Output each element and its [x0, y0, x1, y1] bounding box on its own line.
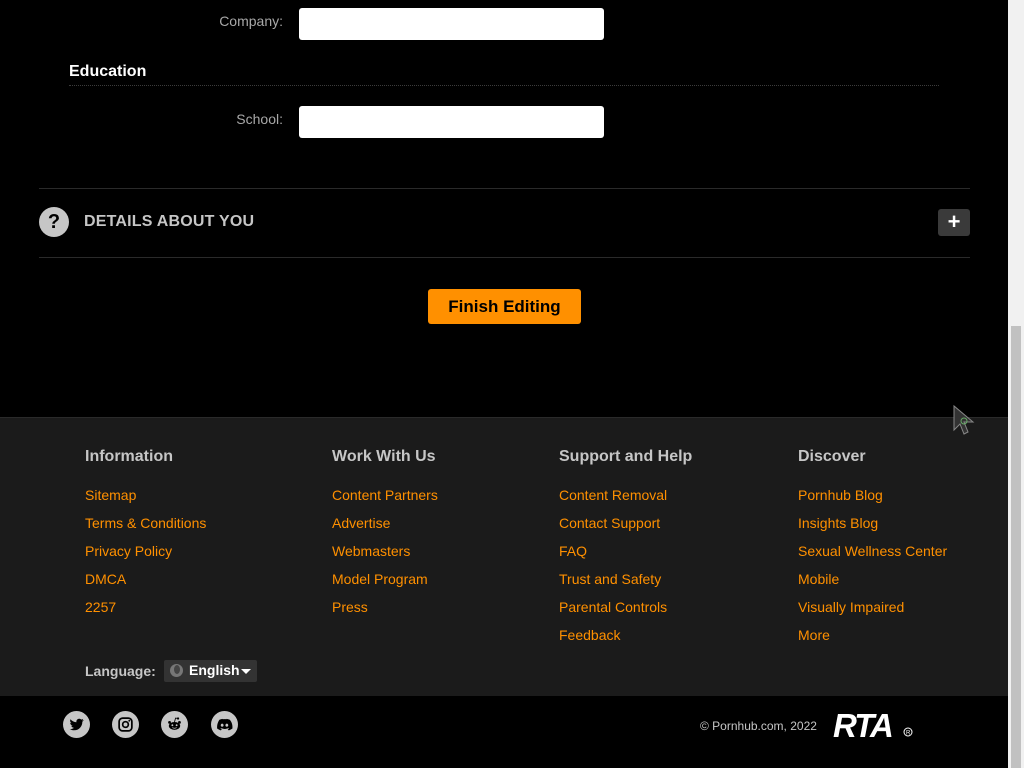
footer-column-title: Work With Us: [332, 448, 436, 465]
language-dropdown[interactable]: English: [164, 660, 257, 682]
twitter-icon[interactable]: [63, 711, 90, 738]
school-label: School:: [236, 111, 283, 127]
svg-text:R: R: [906, 731, 911, 737]
footer-link-press[interactable]: Press: [332, 593, 438, 621]
footer-link-more[interactable]: More: [798, 621, 947, 649]
company-label: Company:: [219, 13, 283, 29]
education-heading: Education: [69, 63, 147, 80]
reddit-icon[interactable]: [161, 711, 188, 738]
footer-link-content-removal[interactable]: Content Removal: [559, 481, 692, 509]
footer-column-title: Support and Help: [559, 448, 693, 465]
education-divider: [69, 85, 939, 86]
school-row: School:: [0, 106, 1008, 140]
expand-plus-button[interactable]: +: [938, 209, 970, 236]
footer: Information Sitemap Terms & Conditions P…: [0, 417, 1008, 696]
footer-link-sexual-wellness[interactable]: Sexual Wellness Center: [798, 537, 947, 565]
finish-editing-button[interactable]: Finish Editing: [428, 289, 581, 324]
mouse-cursor-icon: [953, 404, 975, 435]
bottom-bar: © Pornhub.com, 2022 RTA R: [0, 696, 1008, 768]
vertical-scrollbar[interactable]: [1008, 0, 1024, 768]
footer-link-faq[interactable]: FAQ: [559, 537, 692, 565]
footer-column-title: Discover: [798, 448, 866, 465]
page: Company: Education School: ? DETAILS ABO…: [0, 0, 1008, 768]
footer-link-privacy[interactable]: Privacy Policy: [85, 537, 206, 565]
details-about-you-section[interactable]: ? DETAILS ABOUT YOU +: [39, 189, 970, 257]
language-value: English: [189, 662, 240, 678]
footer-link-blog[interactable]: Pornhub Blog: [798, 481, 947, 509]
footer-column-title: Information: [85, 448, 173, 465]
footer-column-work-with-us: Work With Us Content Partners Advertise …: [332, 448, 438, 621]
footer-link-2257[interactable]: 2257: [85, 593, 206, 621]
footer-link-parental-controls[interactable]: Parental Controls: [559, 593, 692, 621]
footer-link-mobile[interactable]: Mobile: [798, 565, 947, 593]
language-label: Language:: [85, 663, 156, 679]
rta-logo[interactable]: RTA R: [833, 709, 913, 741]
school-input[interactable]: [299, 106, 604, 138]
discord-icon[interactable]: [211, 711, 238, 738]
footer-link-contact-support[interactable]: Contact Support: [559, 509, 692, 537]
footer-link-feedback[interactable]: Feedback: [559, 621, 692, 649]
globe-icon: [170, 664, 183, 677]
copyright-text: © Pornhub.com, 2022: [700, 719, 817, 733]
scrollbar-thumb[interactable]: [1011, 326, 1021, 768]
details-bottom-divider: [39, 257, 970, 258]
company-row: Company:: [0, 8, 1008, 42]
footer-link-advertise[interactable]: Advertise: [332, 509, 438, 537]
footer-link-visually-impaired[interactable]: Visually Impaired: [798, 593, 947, 621]
footer-link-model-program[interactable]: Model Program: [332, 565, 438, 593]
footer-link-webmasters[interactable]: Webmasters: [332, 537, 438, 565]
footer-link-content-partners[interactable]: Content Partners: [332, 481, 438, 509]
footer-link-insights[interactable]: Insights Blog: [798, 509, 947, 537]
footer-column-discover: Discover Pornhub Blog Insights Blog Sexu…: [798, 448, 947, 649]
footer-column-information: Information Sitemap Terms & Conditions P…: [85, 448, 206, 621]
footer-column-support: Support and Help Content Removal Contact…: [559, 448, 692, 649]
question-icon: ?: [39, 207, 69, 237]
company-input[interactable]: [299, 8, 604, 40]
chevron-down-icon: [241, 669, 251, 674]
footer-link-sitemap[interactable]: Sitemap: [85, 481, 206, 509]
details-about-you-title[interactable]: DETAILS ABOUT YOU: [84, 213, 254, 231]
svg-text:RTA: RTA: [833, 709, 892, 741]
footer-link-terms[interactable]: Terms & Conditions: [85, 509, 206, 537]
instagram-icon[interactable]: [112, 711, 139, 738]
footer-link-trust-safety[interactable]: Trust and Safety: [559, 565, 692, 593]
footer-link-dmca[interactable]: DMCA: [85, 565, 206, 593]
